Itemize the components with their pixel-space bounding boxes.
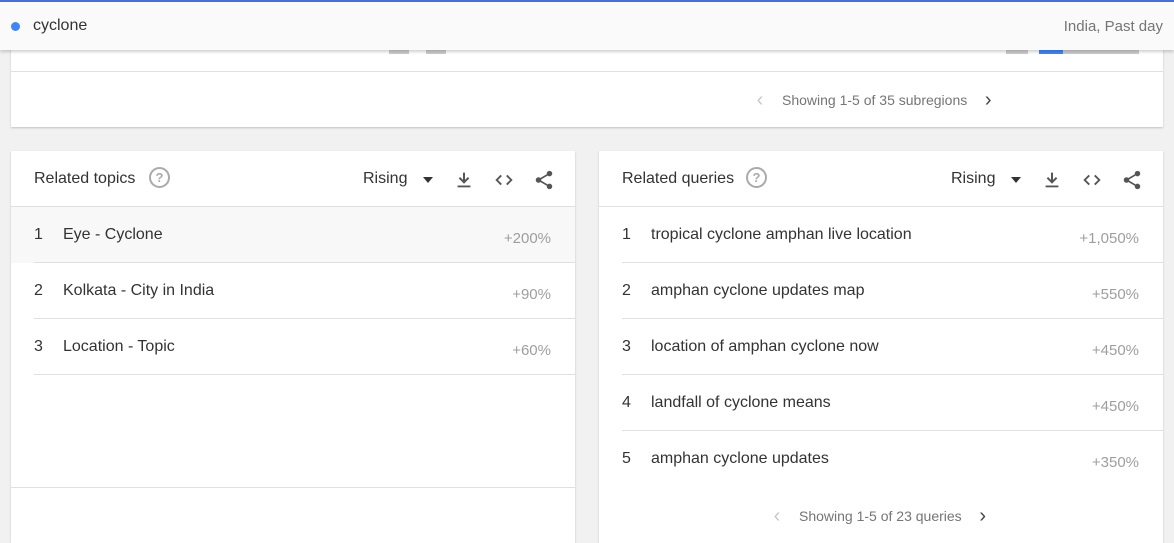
query-label[interactable]: amphan cyclone updates: [651, 450, 829, 468]
help-circle-icon[interactable]: ?: [746, 167, 767, 188]
rank: 5: [622, 450, 631, 467]
list-item[interactable]: 5 amphan cyclone updates +350%: [599, 431, 1163, 487]
rank: 4: [622, 394, 631, 411]
topic-label[interactable]: Kolkata - City in India: [63, 282, 214, 300]
query-label[interactable]: tropical cyclone amphan live location: [651, 226, 912, 244]
rise-value: +60%: [512, 342, 551, 359]
chevron-left-icon[interactable]: ‹: [770, 506, 784, 526]
query-label[interactable]: location of amphan cyclone now: [651, 338, 879, 356]
search-header: cyclone India, Past day: [0, 0, 1174, 50]
rise-value: +350%: [1091, 454, 1139, 471]
related-queries-title: Related queries: [622, 170, 735, 187]
list-item[interactable]: 1 Eye - Cyclone +200%: [11, 207, 575, 263]
share-icon[interactable]: [533, 169, 555, 191]
download-icon[interactable]: [1041, 169, 1063, 191]
rise-value: +450%: [1091, 342, 1139, 359]
chevron-left-icon[interactable]: ‹: [753, 90, 767, 110]
download-icon[interactable]: [453, 169, 475, 191]
subregion-pagination-label: Showing 1-5 of 35 subregions: [782, 92, 968, 108]
related-topics-header: Related topics ? Rising: [11, 151, 575, 207]
topic-label[interactable]: Location - Topic: [63, 338, 175, 356]
query-label[interactable]: landfall of cyclone means: [651, 394, 831, 412]
list-item[interactable]: 1 tropical cyclone amphan live location …: [599, 207, 1163, 263]
embed-code-icon[interactable]: [1081, 169, 1103, 191]
rise-value: +550%: [1091, 286, 1139, 303]
list-item[interactable]: 4 landfall of cyclone means +450%: [599, 375, 1163, 431]
bar-fragment: [1006, 50, 1028, 54]
query-label[interactable]: amphan cyclone updates map: [651, 282, 864, 300]
sort-dropdown[interactable]: Rising: [363, 170, 407, 188]
search-scope[interactable]: India, Past day: [1064, 18, 1163, 35]
rank: 1: [622, 226, 631, 243]
divider: [34, 374, 575, 375]
list-item[interactable]: 3 location of amphan cyclone now +450%: [599, 319, 1163, 375]
topic-label[interactable]: Eye - Cyclone: [63, 226, 163, 244]
subregion-pagination: ‹ Showing 1-5 of 35 subregions ›: [753, 90, 995, 110]
term-color-dot: [11, 21, 20, 31]
queries-pagination: ‹ Showing 1-5 of 23 queries ›: [770, 506, 990, 526]
rise-value: +200%: [503, 230, 551, 247]
rise-value: +90%: [512, 286, 551, 303]
divider: [11, 487, 575, 488]
chevron-right-icon[interactable]: ›: [976, 506, 990, 526]
list-item[interactable]: 3 Location - Topic +60%: [11, 319, 575, 375]
list-item[interactable]: 2 amphan cyclone updates map +550%: [599, 263, 1163, 319]
list-item[interactable]: 2 Kolkata - City in India +90%: [11, 263, 575, 319]
embed-code-icon[interactable]: [493, 169, 515, 191]
map-legend-fragment: [426, 50, 446, 54]
chevron-right-icon[interactable]: ›: [981, 90, 995, 110]
rank: 2: [622, 282, 631, 299]
rank: 2: [34, 282, 43, 299]
related-queries-card: Related queries ? Rising 1 tropical cycl…: [599, 151, 1163, 543]
dropdown-arrow-icon[interactable]: [1011, 177, 1021, 183]
related-topics-card: Related topics ? Rising 1 Eye - Cyclone …: [11, 151, 575, 543]
queries-pagination-label: Showing 1-5 of 23 queries: [799, 508, 962, 524]
rank: 3: [34, 338, 43, 355]
search-term[interactable]: cyclone: [33, 17, 87, 35]
bar-fragment: [1039, 50, 1063, 54]
rank: 3: [622, 338, 631, 355]
rise-value: +450%: [1091, 398, 1139, 415]
share-icon[interactable]: [1121, 169, 1143, 191]
bar-fragment: [1063, 50, 1139, 54]
rank: 1: [34, 226, 43, 243]
related-queries-header: Related queries ? Rising: [599, 151, 1163, 207]
sort-dropdown[interactable]: Rising: [951, 170, 995, 188]
rise-value: +1,050%: [1079, 230, 1139, 247]
divider: [11, 71, 1163, 72]
dropdown-arrow-icon[interactable]: [423, 177, 433, 183]
map-legend-fragment: [389, 50, 409, 54]
related-topics-title: Related topics: [34, 170, 136, 187]
help-circle-icon[interactable]: ?: [149, 167, 170, 188]
